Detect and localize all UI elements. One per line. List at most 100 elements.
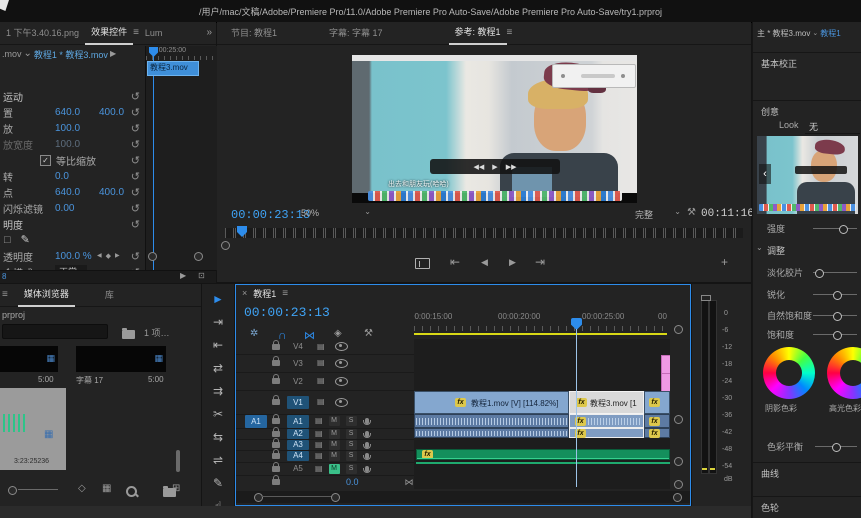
timeline-vscroll-dot-mid2[interactable] <box>674 457 683 466</box>
reset-anchor-icon[interactable]: ↺ <box>131 186 140 199</box>
ec-mini-scroll-left-handle[interactable] <box>148 252 157 261</box>
color-balance-slider[interactable] <box>815 443 857 452</box>
motion-label[interactable]: 运动 <box>0 89 55 104</box>
v3-lock-icon[interactable] <box>272 356 280 366</box>
a3-lock-icon[interactable] <box>272 437 280 448</box>
nest-insert-icon[interactable]: ✲ <box>250 329 258 339</box>
v2-lock-icon[interactable] <box>272 374 280 384</box>
vibrance-slider[interactable] <box>813 312 857 321</box>
timeline-vscroll-dot-mid1[interactable] <box>674 415 683 424</box>
reset-antiflicker-icon[interactable]: ↺ <box>131 202 140 215</box>
mb-zoom-slider-handle[interactable] <box>8 486 17 495</box>
monitor-settings-wrench-icon[interactable]: ⚒ <box>687 208 696 218</box>
mb-shuffle-icon[interactable]: ◇ <box>78 484 86 494</box>
master-bowtie-icon[interactable]: ⋈ <box>405 477 414 487</box>
a1-mic-icon[interactable] <box>362 418 371 425</box>
look-prev-arrow-icon[interactable]: ‹ <box>759 164 771 184</box>
antiflicker-value[interactable]: 0.00 <box>55 203 99 214</box>
play-in-to-out-icon[interactable]: ▶ <box>180 272 186 280</box>
a4-sync-icon[interactable]: ▤ <box>315 452 323 460</box>
tool-razor[interactable]: ✂ <box>202 407 234 421</box>
a5-mic-icon[interactable] <box>362 465 371 473</box>
timeline-ruler[interactable]: 00:00:15:00 00:00:20:00 00:00:25:00 00 <box>414 302 670 332</box>
tool-ripple-edit[interactable]: ⇤ <box>202 338 234 352</box>
monitor-scrubber[interactable] <box>225 228 743 238</box>
tab-overflow-icon[interactable]: » <box>206 28 212 38</box>
a2-mic-icon[interactable] <box>362 430 371 438</box>
highlight-tint-wheel[interactable] <box>827 347 861 399</box>
section-color-wheels[interactable]: 色轮 <box>753 496 861 516</box>
mb-thumb2-name[interactable]: 字幕 17 <box>76 375 103 386</box>
rect-mask-icon[interactable]: □ <box>4 234 11 246</box>
a1-clip-2-selected[interactable]: fx <box>569 414 644 428</box>
adjust-header-row[interactable]: ⌄ 调整 <box>753 244 861 258</box>
mb-search-input[interactable] <box>2 324 108 339</box>
master-lock-icon[interactable] <box>272 475 280 485</box>
a3-solo-button[interactable]: S <box>345 439 357 450</box>
v1-eye-icon[interactable] <box>334 397 348 407</box>
tool-slide[interactable]: ⇌ <box>202 453 234 467</box>
v4-track-name[interactable]: V4 <box>287 340 309 353</box>
hscroll-right-handle[interactable] <box>673 493 682 502</box>
a2-sync-icon[interactable]: ▤ <box>315 429 323 438</box>
a4-solo-button[interactable]: S <box>345 451 357 461</box>
quicktime-control-bar[interactable]: ◀◀ ▶ ▶▶ <box>430 159 560 174</box>
v1-sync-icon[interactable]: ▤ <box>317 398 325 406</box>
v3-sync-icon[interactable]: ▤ <box>317 359 325 367</box>
a2-lock-icon[interactable] <box>272 426 280 437</box>
a2-clip-2-selected[interactable]: fx <box>569 428 644 438</box>
mb-folder-icon[interactable] <box>122 328 135 339</box>
rotation-value[interactable]: 0.0 <box>55 171 99 182</box>
monitor-panel-menu-icon[interactable]: ≡ <box>507 28 513 38</box>
v1-clip2-fx-badge[interactable]: fx <box>576 398 587 407</box>
look-preview-thumbnail[interactable]: ‹ <box>757 136 858 214</box>
zoom-level-dropdown[interactable]: 50% ⌄ <box>301 208 371 221</box>
a1-mute-button[interactable]: M <box>328 416 340 426</box>
playback-quality-dropdown[interactable]: 完整 ⌄ <box>635 208 681 221</box>
a2-clip-1[interactable] <box>414 428 569 438</box>
sharpen-slider[interactable] <box>813 291 857 300</box>
v1-clip-tail[interactable]: fx <box>644 391 670 414</box>
v2-sync-icon[interactable]: ▤ <box>317 377 325 385</box>
tab-libraries[interactable]: 库 <box>99 285 120 306</box>
look-value[interactable]: 无 <box>809 120 818 133</box>
scale-value[interactable]: 100.0 <box>55 123 99 134</box>
transport-compare-icon[interactable] <box>415 258 430 269</box>
tab-png-clip[interactable]: 1 下午3.40.16.png <box>0 23 85 44</box>
tool-track-select-forward[interactable]: ⇥ <box>202 315 234 329</box>
a5-lock-icon[interactable] <box>272 461 280 472</box>
qt-rewind-icon[interactable]: ◀◀ <box>474 163 485 171</box>
section-basic-correction[interactable]: 基本校正 <box>753 52 861 72</box>
timeline-panel-menu-icon[interactable]: ≡ <box>282 288 288 299</box>
mb-thumb-video2[interactable]: ▦ <box>76 346 166 372</box>
mb-panel-menu-icon[interactable]: ≡ <box>2 290 8 300</box>
a4-volume-line[interactable] <box>417 458 669 459</box>
mb-audio-item-selected[interactable]: ▦ 3:23:25236 <box>0 388 66 470</box>
a5-solo-button[interactable]: S <box>345 463 357 474</box>
master-gain-value[interactable]: 0.0 <box>346 477 359 487</box>
a4-mic-icon[interactable] <box>362 453 371 460</box>
v1-lock-icon[interactable] <box>272 395 280 405</box>
prev-keyframe-icon[interactable]: ◀ <box>97 253 102 259</box>
a1-lock-icon[interactable] <box>272 414 280 424</box>
v4-eye-icon[interactable] <box>334 342 348 351</box>
a1-source-patch[interactable]: A1 <box>245 414 267 428</box>
timeline-vscroll-dot-top[interactable] <box>674 325 683 334</box>
tab-media-browser[interactable]: 媒体浏览器 <box>17 284 75 307</box>
intensity-knob[interactable] <box>839 225 848 234</box>
next-keyframe-icon[interactable]: ▶ <box>115 253 120 259</box>
v1-track-name[interactable]: V1 <box>287 395 309 409</box>
a5-sync-icon[interactable]: ▤ <box>315 464 323 473</box>
a2-solo-button[interactable]: S <box>345 428 357 439</box>
timeline-close-icon[interactable]: × <box>242 289 247 298</box>
intensity-slider[interactable] <box>813 225 857 234</box>
timeline-tab-label[interactable]: 教程1 <box>253 287 276 300</box>
mb-zoom-slider-track[interactable] <box>18 489 58 490</box>
ec-chevron-icon[interactable]: ⌄ <box>24 49 32 59</box>
tool-selection[interactable]: ► <box>202 292 234 306</box>
add-marker-icon[interactable]: ◈ <box>334 329 342 339</box>
tool-rate-stretch[interactable]: ⇉ <box>202 384 234 398</box>
saturation-slider[interactable] <box>813 331 857 340</box>
ec-mini-scroll-right-handle[interactable] <box>194 252 203 261</box>
v2-eye-icon[interactable] <box>334 376 348 386</box>
